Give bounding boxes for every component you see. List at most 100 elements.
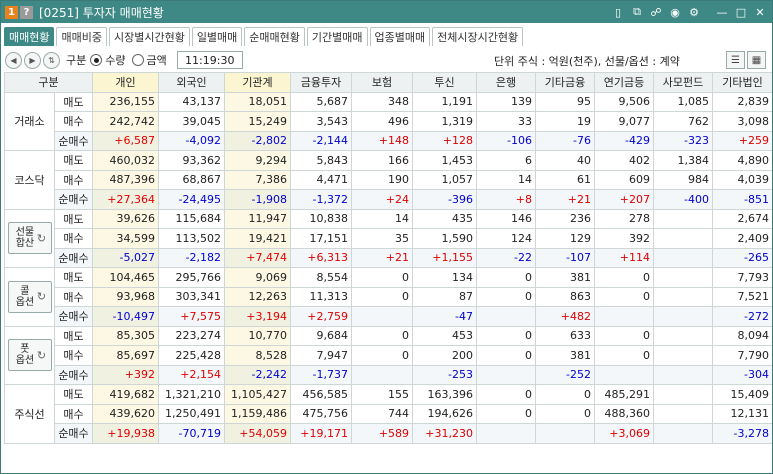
table-cell: +27,364 <box>92 189 159 210</box>
table-cell <box>653 403 713 424</box>
col-header-institution[interactable]: 기관계 <box>224 72 291 93</box>
table-row[interactable]: 선물 합산 ↻ 매도 39,626 115,684 11,947 10,838 14 435 146… <box>4 208 772 268</box>
table-cell: -396 <box>412 189 477 210</box>
table-cell: 1,321,210 <box>158 384 225 405</box>
market-group-button[interactable]: 선물 합산 ↻ <box>8 222 52 255</box>
screen-number-badge[interactable]: 1 <box>5 5 18 19</box>
table-cell: 295,766 <box>158 267 225 288</box>
table-row[interactable]: 순매수 -10,497 +7,575 +3,194 +2,759 -47 +482 -272 <box>5 306 772 327</box>
table-cell: 1,085 <box>653 91 713 112</box>
row-type-label: 매수 <box>54 169 93 190</box>
market-group-cell[interactable]: 선물 합산 ↻ <box>4 208 55 268</box>
table-cell: +31,230 <box>412 423 477 444</box>
col-header-individual[interactable]: 개인 <box>92 72 159 93</box>
prev-arrow-icon[interactable]: ◀ <box>5 51 22 69</box>
table-row[interactable]: 순매수 +392 +2,154 -2,242 -1,737 -253 -252 -304 <box>5 364 772 385</box>
table-cell: 85,697 <box>92 345 159 366</box>
tab-period-trading[interactable]: 기간별매매 <box>306 27 368 46</box>
minimize-icon[interactable]: — <box>714 4 730 20</box>
row-type-label: 매도 <box>54 150 93 171</box>
table-cell: 10,770 <box>224 325 291 346</box>
copy-icon[interactable]: ⧉ <box>629 4 645 20</box>
table-row[interactable]: 순매수 +6,587 -4,092 -2,802 -2,144 +148 +128 -106-… <box>5 130 772 151</box>
table-row[interactable]: 콜 옵션 ↻ 매도 104,465 295,766 9,069 8,554 0 134 0 381 0 7… <box>4 267 772 327</box>
investor-trading-window: 1 ? [0251] 투자자 매매현황 ▯ ⧉ ☍ ◉ ⚙ — □ ✕ 매매현황… <box>0 0 773 474</box>
table-cell: 155 <box>351 384 413 405</box>
radio-quantity[interactable]: 수량 <box>90 52 126 68</box>
tab-all-market-time[interactable]: 전체시장시간현황 <box>432 27 524 46</box>
table-cell: -400 <box>653 189 713 210</box>
table-cell: 0 <box>351 286 413 307</box>
table-cell: -2,802 <box>224 130 291 151</box>
table-row[interactable]: 주식선 매도 419,682 1,321,210 1,105,427 456,585 155… <box>4 384 772 444</box>
col-header-other-finance[interactable]: 기타금융 <box>535 72 595 93</box>
gubun-label: 구분 <box>66 54 87 67</box>
col-header-private-fund[interactable]: 사모펀드 <box>653 72 713 93</box>
col-header-pension[interactable]: 연기금등 <box>594 72 654 93</box>
time-field[interactable]: 11:19:30 <box>176 51 243 69</box>
table-cell: +3,069 <box>594 423 654 444</box>
table-cell: 14 <box>351 208 413 229</box>
tab-net-trading[interactable]: 순매매현황 <box>244 27 305 46</box>
table-row[interactable]: 코스닥 매도 460,032 93,362 9,294 5,843 166 1,453 6 40 4… <box>4 150 772 210</box>
maximize-icon[interactable]: □ <box>733 4 749 20</box>
table-cell: -265 <box>712 247 772 268</box>
table-cell: 0 <box>594 286 654 307</box>
table-row[interactable]: 순매수 -5,027 -2,182 +7,474 +6,313 +21 +1,155 -22-… <box>5 247 772 268</box>
table-row[interactable]: 거래소 매도 236,155 43,137 18,051 5,687 348 1,191 139… <box>4 91 772 151</box>
tab-trading-status[interactable]: 매매현황 <box>4 27 55 46</box>
table-cell: 1,319 <box>412 111 477 132</box>
tab-daily-trading[interactable]: 일별매매 <box>191 27 243 46</box>
list-view-icon[interactable]: ☰ <box>726 51 745 69</box>
next-arrow-icon[interactable]: ▶ <box>24 51 41 69</box>
market-group-label: 코스닥 <box>14 173 45 187</box>
table-cell: -1,737 <box>290 364 352 385</box>
table-row[interactable]: 매수 242,742 39,045 15,249 3,543 496 1,319 33 19 9,… <box>5 111 772 132</box>
table-cell: 190 <box>351 169 413 190</box>
table-cell: -47 <box>412 306 477 327</box>
col-header-other-corp[interactable]: 기타법인 <box>712 72 772 93</box>
radio-dot-icon <box>90 54 103 66</box>
market-group-cell[interactable]: 풋 옵션 ↻ <box>4 325 55 385</box>
tab-trading-ratio[interactable]: 매매비중 <box>56 27 107 46</box>
market-group-cell[interactable]: 콜 옵션 ↻ <box>4 267 55 327</box>
radio-amount[interactable]: 금액 <box>131 52 167 68</box>
table-row[interactable]: 풋 옵션 ↻ 매도 85,305 223,274 10,770 9,684 0 453 0 633 0 8… <box>4 325 772 385</box>
tab-sector-trading[interactable]: 업종별매매 <box>369 27 431 46</box>
table-cell: -429 <box>594 130 654 151</box>
table-row[interactable]: 매수 85,697 225,428 8,528 7,947 0 200 0 381 0 7,790 <box>5 345 772 366</box>
up-down-icon[interactable]: ⇅ <box>43 51 60 69</box>
refresh-icon: ↻ <box>36 348 47 362</box>
col-header-financial-investment[interactable]: 금융투자 <box>290 72 352 93</box>
col-header-investment-trust[interactable]: 투신 <box>412 72 477 93</box>
table-cell: +19,938 <box>92 423 159 444</box>
table-row[interactable]: 매수 487,396 68,867 7,386 4,471 190 1,057 14 61 609… <box>5 169 772 190</box>
camera-icon[interactable]: ◉ <box>667 4 683 20</box>
table-row[interactable]: 순매수 +27,364 -24,495 -1,908 -1,372 +24 -396 +8 +2… <box>5 189 772 210</box>
link-icon[interactable]: ☍ <box>648 4 664 20</box>
col-header-foreign[interactable]: 외국인 <box>158 72 225 93</box>
dock-icon[interactable]: ▯ <box>610 4 626 20</box>
market-group-button[interactable]: 풋 옵션 ↻ <box>8 339 52 372</box>
gear-icon[interactable]: ⚙ <box>686 4 702 20</box>
col-header-insurance[interactable]: 보험 <box>351 72 413 93</box>
table-cell: 236 <box>535 208 595 229</box>
table-cell: 93,968 <box>92 286 159 307</box>
market-group-button[interactable]: 콜 옵션 ↻ <box>8 280 52 313</box>
col-header-bank[interactable]: 은행 <box>476 72 536 93</box>
row-type-label: 매수 <box>54 228 93 249</box>
close-icon[interactable]: ✕ <box>752 4 768 20</box>
table-cell: 485,291 <box>594 384 654 405</box>
tab-market-time[interactable]: 시장별시간현황 <box>108 27 190 46</box>
row-type-label: 매수 <box>54 403 93 424</box>
table-row[interactable]: 매수 34,599 113,502 19,421 17,151 35 1,590 124 129… <box>5 228 772 249</box>
table-cell: +7,474 <box>224 247 291 268</box>
help-icon[interactable]: ? <box>20 5 33 19</box>
table-row[interactable]: 순매수 +19,938 -70,719 +54,059 +19,171 +589 +31,2… <box>5 423 772 444</box>
table-cell: +6,587 <box>92 130 159 151</box>
table-row[interactable]: 매수 439,620 1,250,491 1,159,486 475,756 744 194… <box>5 403 772 424</box>
grid-view-icon[interactable]: ▦ <box>747 51 766 69</box>
table-cell: -1,908 <box>224 189 291 210</box>
table-row[interactable]: 매수 93,968 303,341 12,263 11,313 0 87 0 863 0 7,521 <box>5 286 772 307</box>
table-cell <box>535 423 595 444</box>
